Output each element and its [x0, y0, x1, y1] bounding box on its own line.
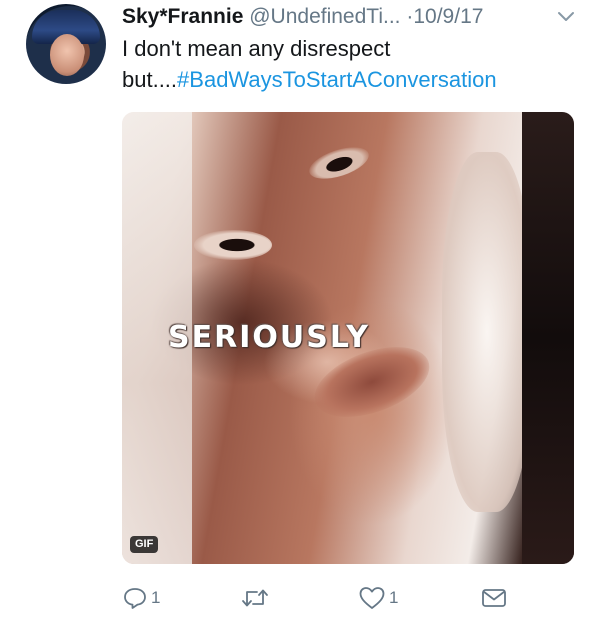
media-eye-right	[305, 141, 373, 185]
reply-count: 1	[151, 588, 161, 607]
chevron-down-icon[interactable]	[556, 10, 576, 24]
reply-button[interactable]: 1	[122, 582, 160, 614]
gif-media[interactable]: SERIOUSLY GIF	[122, 112, 574, 564]
like-button[interactable]: 1	[358, 582, 398, 614]
tweet-actions: 1 1	[122, 582, 582, 614]
retweet-button[interactable]	[240, 582, 273, 614]
avatar[interactable]	[26, 4, 106, 84]
tweet[interactable]: Sky*Frannie @UndefinedTi... ·10/9/17 I d…	[0, 0, 600, 617]
reply-icon	[124, 588, 146, 609]
like-icon	[359, 587, 385, 609]
tweet-text: I don't mean any disrespect but....#BadW…	[122, 33, 582, 95]
media-hair-right	[442, 152, 532, 512]
direct-message-icon	[482, 589, 506, 607]
direct-message-button[interactable]	[480, 582, 508, 614]
user-handle[interactable]: @UndefinedTi...	[249, 5, 400, 28]
media-dark-edge	[522, 112, 574, 564]
tweet-header: Sky*Frannie @UndefinedTi... ·10/9/17	[122, 4, 582, 30]
tweet-date[interactable]: 10/9/17	[413, 5, 483, 28]
hashtag-link[interactable]: #BadWaysToStartAConversation	[177, 67, 497, 92]
gif-badge: GIF	[130, 536, 159, 553]
like-count: 1	[389, 588, 399, 607]
retweet-icon	[242, 589, 268, 607]
avatar-face	[50, 34, 84, 76]
media-eye-left	[194, 230, 272, 260]
gif-caption: SERIOUSLY	[168, 320, 370, 355]
display-name[interactable]: Sky*Frannie	[122, 5, 243, 28]
